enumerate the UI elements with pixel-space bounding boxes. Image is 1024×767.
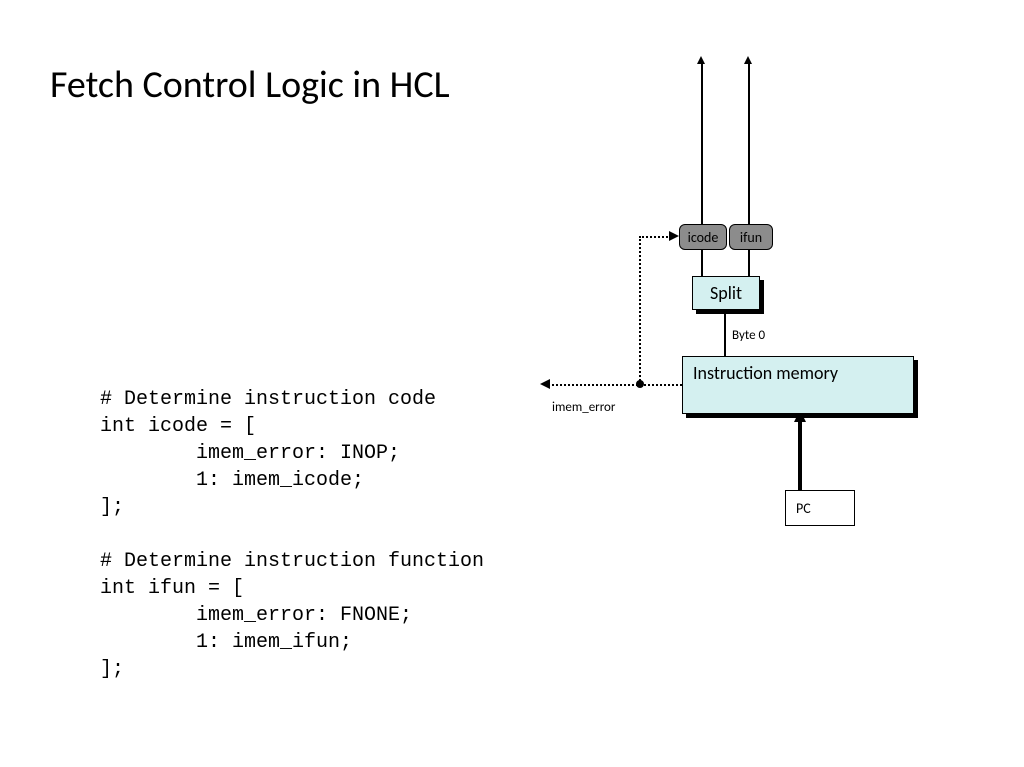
split-box: Split	[692, 276, 760, 310]
icode-pill: icode	[679, 224, 727, 250]
instruction-memory-label: Instruction memory	[693, 362, 838, 384]
imem-error-label: imem_error	[552, 400, 615, 415]
split-to-ifun-line	[748, 250, 750, 276]
pc-box: PC	[785, 490, 855, 526]
imem-error-hline	[548, 384, 682, 386]
pc-to-im-line	[798, 414, 802, 490]
split-to-icode-line	[701, 250, 703, 276]
ifun-out-line	[748, 64, 750, 224]
imem-error-top-hline	[639, 236, 671, 238]
byte0-label: Byte 0	[732, 328, 765, 343]
icode-out-line	[701, 64, 703, 224]
fetch-diagram: PC Instruction memory Byte 0 Split icode…	[540, 50, 960, 550]
ifun-pill: ifun	[729, 224, 773, 250]
imem-error-right-arrow-icon	[669, 231, 679, 241]
instruction-memory-box: Instruction memory	[682, 356, 914, 414]
icode-label: icode	[688, 229, 719, 246]
imem-error-vline	[639, 236, 641, 384]
ifun-out-arrow-icon	[744, 56, 752, 64]
split-label: Split	[710, 282, 742, 304]
page-title: Fetch Control Logic in HCL	[50, 62, 450, 108]
icode-out-arrow-icon	[697, 56, 705, 64]
hcl-code-block: # Determine instruction code int icode =…	[100, 386, 484, 683]
pc-label: PC	[796, 500, 811, 517]
ifun-label: ifun	[740, 229, 762, 246]
im-to-split-line	[724, 310, 726, 356]
imem-error-left-arrow-icon	[540, 379, 550, 389]
